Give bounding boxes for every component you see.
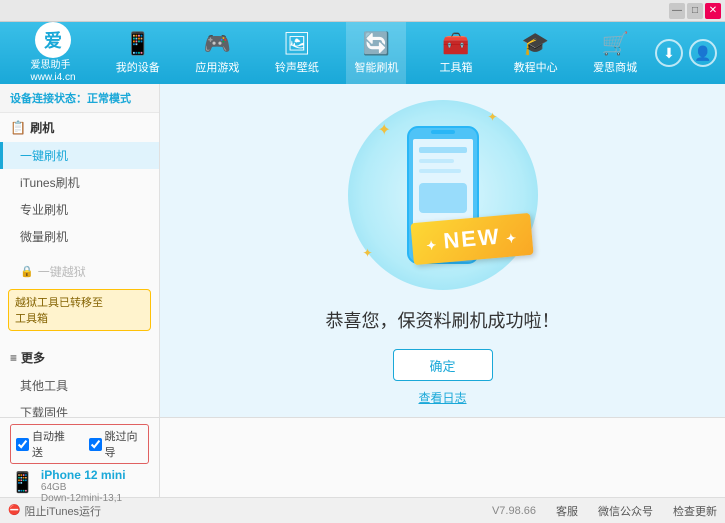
sidebar-item-other-tools[interactable]: 其他工具 (0, 372, 159, 399)
skip-wizard-label: 跳过向导 (105, 428, 144, 460)
sparkle-3: ✦ (363, 246, 373, 260)
success-illustration: ✦ ✦ ✦ (326, 95, 560, 406)
skip-wizard-checkbox[interactable] (89, 438, 102, 451)
titlebar: — □ ✕ (0, 0, 725, 22)
wechat-public-link[interactable]: 微信公众号 (598, 503, 653, 519)
more-section-icon: ≡ (10, 351, 17, 365)
tutorial-label: 教程中心 (514, 59, 558, 75)
sidebar-item-micro-flash[interactable]: 微量刷机 (0, 223, 159, 250)
ringtone-icon: 🖼 (283, 31, 311, 57)
checkbox-row: 自动推送 跳过向导 (10, 424, 149, 464)
itunes-status: ⛔ 阻止iTunes运行 (8, 503, 101, 519)
customer-service-link[interactable]: 客服 (556, 503, 578, 519)
content-area: ✦ ✦ ✦ (160, 84, 725, 417)
device-name: iPhone 12 mini (41, 468, 126, 482)
status-value: 正常模式 (87, 93, 131, 105)
pro-flash-label: 专业刷机 (20, 203, 68, 217)
status-bar: 设备连接状态：正常模式 (0, 84, 159, 113)
nav-my-device[interactable]: 📱 我的设备 (108, 22, 168, 84)
sidebar-item-one-key-flash[interactable]: 一键刷机 (0, 142, 159, 169)
check-update-link[interactable]: 检查更新 (673, 503, 717, 519)
my-device-label: 我的设备 (116, 59, 160, 75)
user-btn[interactable]: 👤 (689, 39, 717, 67)
sparkle-1: ✦ (378, 120, 391, 140)
sidebar-item-download-firmware[interactable]: 下载固件 (0, 399, 159, 417)
download-firmware-label: 下载固件 (20, 406, 68, 417)
itunes-status-icon: ⛔ (8, 505, 20, 516)
auto-push-checkbox[interactable] (16, 438, 29, 451)
apps-games-label: 应用游戏 (195, 59, 239, 75)
lock-icon: 🔒 (20, 265, 34, 278)
new-badge: NEW (411, 213, 534, 265)
phone-circle: ✦ ✦ ✦ (348, 100, 538, 290)
confirm-button[interactable]: 确定 (393, 349, 493, 381)
topnav: 爱 爱思助手 www.i4.cn 📱 我的设备 🎮 应用游戏 🖼 铃声壁纸 🔄 … (0, 22, 725, 84)
sidebar: 设备连接状态：正常模式 📋 刷机 一键刷机 iTunes刷机 专业刷机 微量刷机 (0, 84, 160, 417)
device-phone-icon: 📱 (10, 470, 35, 495)
bottom-strip: 自动推送 跳过向导 📱 iPhone 12 mini 64GB Down-12m… (0, 417, 725, 497)
ringtone-label: 铃声壁纸 (275, 59, 319, 75)
nav-right-buttons: ⬇ 👤 (655, 39, 717, 67)
work-area: 设备连接状态：正常模式 📋 刷机 一键刷机 iTunes刷机 专业刷机 微量刷机 (0, 84, 725, 417)
device-card: 📱 iPhone 12 mini 64GB Down-12mini-13,1 (10, 468, 149, 504)
smart-flash-label: 智能刷机 (354, 59, 398, 75)
my-device-icon: 📱 (124, 31, 151, 57)
ai-store-label: 爱思商城 (593, 59, 637, 75)
flash-section-label: 刷机 (30, 119, 54, 136)
sidebar-item-pro-flash[interactable]: 专业刷机 (0, 196, 159, 223)
jailbreak-notice-text: 越狱工具已转移至工具箱 (15, 297, 103, 325)
very-bottom-right: V7.98.66 客服 微信公众号 检查更新 (101, 503, 717, 519)
sparkle-2: ✦ (487, 110, 497, 124)
smart-flash-icon: 🔄 (363, 31, 390, 57)
toolbox-icon: 🧰 (442, 31, 469, 57)
jailbreak-label: 一键越狱 (38, 263, 86, 280)
nav-ringtone[interactable]: 🖼 铃声壁纸 (267, 22, 327, 84)
sidebar-disabled-jailbreak: 🔒 一键越狱 (0, 258, 159, 285)
secondary-link[interactable]: 查看日志 (418, 389, 466, 406)
itunes-status-text: 阻止iTunes运行 (24, 503, 101, 519)
bottom-strip-left: 自动推送 跳过向导 📱 iPhone 12 mini 64GB Down-12m… (0, 418, 160, 497)
auto-push-label: 自动推送 (32, 428, 71, 460)
skip-wizard-checkbox-item: 跳过向导 (89, 428, 144, 460)
device-storage: 64GB (41, 482, 126, 493)
nav-smart-flash[interactable]: 🔄 智能刷机 (346, 22, 406, 84)
sidebar-item-itunes-flash[interactable]: iTunes刷机 (0, 169, 159, 196)
ai-store-icon: 🛒 (601, 31, 628, 57)
logo-text: 爱思助手 www.i4.cn (30, 60, 75, 84)
toolbox-label: 工具箱 (440, 59, 473, 75)
nav-ai-store[interactable]: 🛒 爱思商城 (585, 22, 645, 84)
apps-games-icon: 🎮 (204, 31, 231, 57)
logo-icon: 爱 (35, 22, 71, 58)
close-btn[interactable]: ✕ (705, 3, 721, 19)
more-section-header: ≡ 更多 (0, 343, 159, 372)
nav-items: 📱 我的设备 🎮 应用游戏 🖼 铃声壁纸 🔄 智能刷机 🧰 工具箱 🎓 (98, 22, 655, 84)
flash-section-icon: 📋 (10, 120, 26, 136)
success-title: 恭喜您，保资料刷机成功啦！ (326, 307, 560, 333)
micro-flash-label: 微量刷机 (20, 230, 68, 244)
more-section-label: 更多 (21, 349, 45, 366)
phone-container: ✦ ✦ ✦ (343, 95, 543, 295)
nav-apps-games[interactable]: 🎮 应用游戏 (187, 22, 247, 84)
flash-section-header: 📋 刷机 (0, 113, 159, 142)
download-btn[interactable]: ⬇ (655, 39, 683, 67)
device-system: Down-12mini-13,1 (41, 493, 126, 504)
nav-tutorial[interactable]: 🎓 教程中心 (506, 22, 566, 84)
confirm-btn-label: 确定 (429, 359, 455, 374)
logo-area: 爱 爱思助手 www.i4.cn (8, 22, 98, 84)
version-text: V7.98.66 (492, 505, 536, 517)
tutorial-icon: 🎓 (522, 31, 549, 57)
device-card-info: iPhone 12 mini 64GB Down-12mini-13,1 (41, 468, 126, 504)
status-label: 设备连接状态： (10, 93, 87, 105)
nav-toolbox[interactable]: 🧰 工具箱 (426, 22, 486, 84)
jailbreak-notice: 越狱工具已转移至工具箱 (8, 289, 151, 331)
maximize-btn[interactable]: □ (687, 3, 703, 19)
app-wrapper: — □ ✕ 爱 爱思助手 www.i4.cn 📱 我的设备 🎮 应用游戏 🖼 铃… (0, 0, 725, 523)
itunes-flash-label: iTunes刷机 (20, 176, 80, 190)
bottom-strip-right (160, 418, 725, 497)
minimize-btn[interactable]: — (669, 3, 685, 19)
one-key-flash-label: 一键刷机 (20, 149, 68, 163)
other-tools-label: 其他工具 (20, 379, 68, 393)
auto-push-checkbox-item: 自动推送 (16, 428, 71, 460)
